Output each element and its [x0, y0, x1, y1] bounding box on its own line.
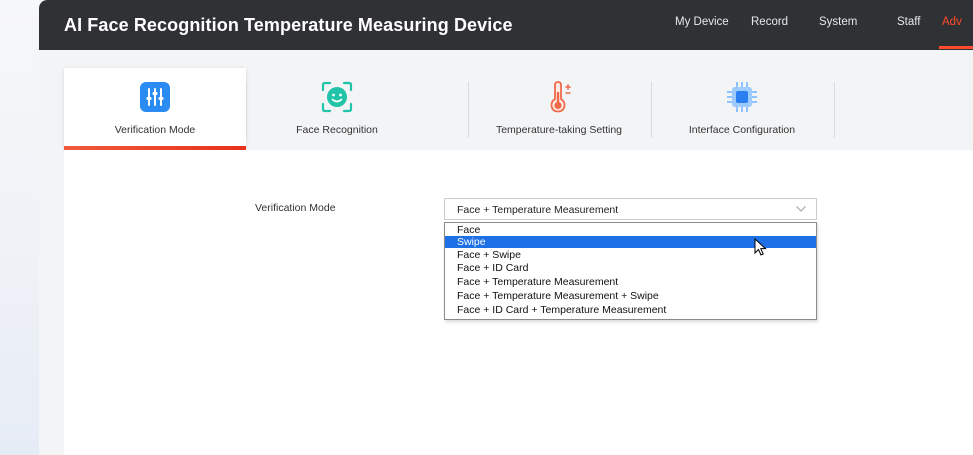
tab-temperature-setting[interactable]: Temperature-taking Setting [468, 68, 650, 150]
tab-verification-mode[interactable]: Verification Mode [64, 68, 246, 150]
face-scan-icon [321, 81, 353, 113]
nav-record[interactable]: Record [751, 16, 788, 28]
tab-interface-configuration[interactable]: Interface Configuration [651, 68, 833, 150]
tab-face-recognition[interactable]: Face Recognition [246, 68, 428, 150]
nav-advanced[interactable]: Adv [942, 16, 962, 28]
tab-divider [834, 82, 835, 138]
select-value: Face + Temperature Measurement [457, 204, 619, 216]
thermometer-icon [550, 81, 571, 113]
nav-my-device[interactable]: My Device [675, 16, 729, 28]
option-face-temperature[interactable]: Face + Temperature Measurement [445, 276, 816, 288]
tab-label: Verification Mode [114, 124, 196, 136]
tab-label: Face Recognition [296, 124, 378, 136]
option-face-temperature-swipe[interactable]: Face + Temperature Measurement + Swipe [445, 290, 816, 302]
option-face[interactable]: Face [445, 224, 816, 236]
verification-mode-dropdown: Face Swipe Face + Swipe Face + ID Card F… [444, 222, 817, 320]
tab-label: Temperature-taking Setting [495, 124, 623, 136]
option-face-id-card-temperature[interactable]: Face + ID Card + Temperature Measurement [445, 304, 816, 316]
verification-mode-select[interactable]: Face + Temperature Measurement [444, 198, 817, 220]
verification-mode-label: Verification Mode [255, 202, 336, 214]
option-face-id-card[interactable]: Face + ID Card [445, 262, 816, 274]
nav-system[interactable]: System [819, 16, 857, 28]
chip-icon [727, 82, 757, 112]
nav-staff[interactable]: Staff [897, 16, 920, 28]
settings-tabs: Verification Mode Face Recognition Tempe… [64, 68, 973, 150]
top-bar: AI Face Recognition Temperature Measurin… [39, 0, 973, 50]
tab-label: Interface Configuration [688, 124, 796, 136]
nav-active-indicator [939, 46, 973, 49]
app-title: AI Face Recognition Temperature Measurin… [64, 15, 513, 35]
content-panel: Verification Mode Face + Temperature Mea… [64, 150, 973, 455]
mouse-pointer-icon [754, 238, 767, 256]
sliders-icon [140, 82, 170, 112]
app-window: AI Face Recognition Temperature Measurin… [39, 0, 973, 455]
chevron-down-icon [796, 206, 806, 212]
